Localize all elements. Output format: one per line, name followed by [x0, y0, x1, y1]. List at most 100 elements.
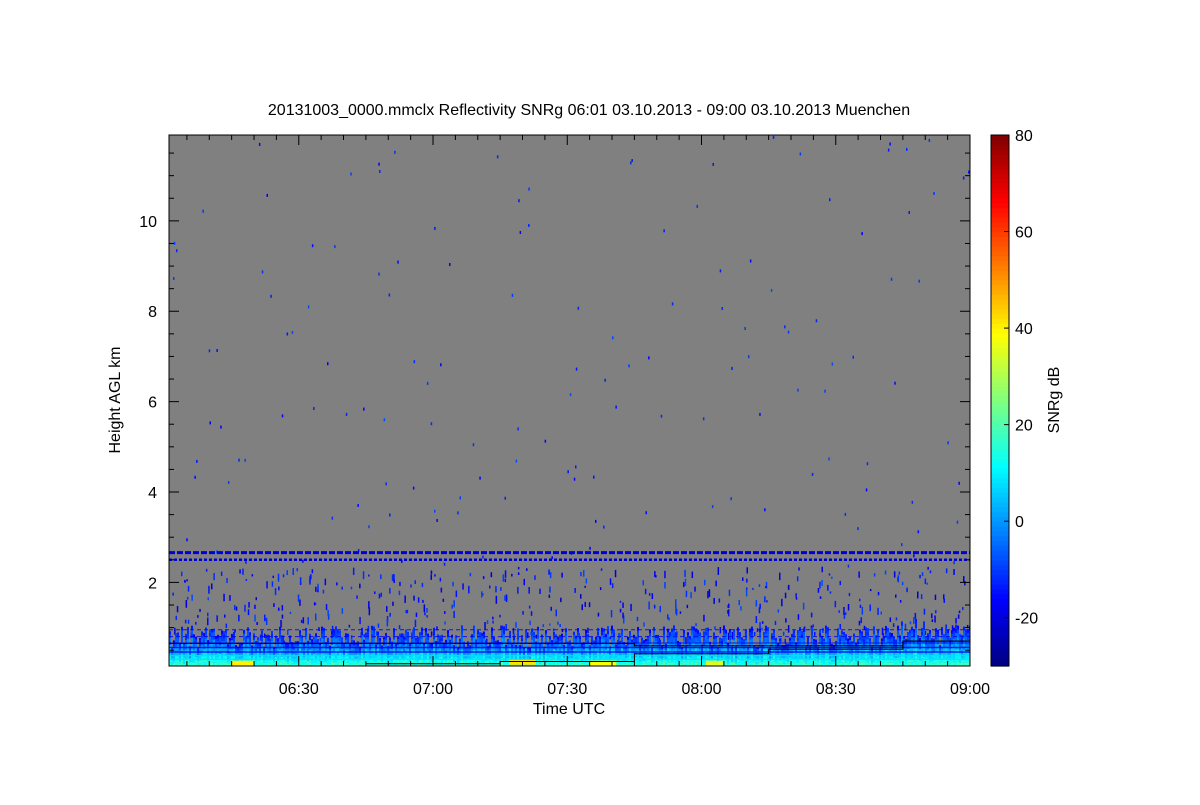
bl-cell — [353, 648, 355, 651]
bl-cell — [411, 632, 413, 636]
bl-cell — [693, 638, 695, 643]
colorbar-segment — [991, 646, 1009, 653]
bl-cell — [321, 630, 323, 635]
bl-cell — [661, 659, 663, 662]
bl-cell — [243, 648, 245, 652]
bl-cell — [361, 662, 363, 666]
bl-cell — [213, 632, 215, 636]
sparse-echo — [216, 615, 218, 622]
snr-heatmap-chart: 20131003_0000.mmclx Reflectivity SNRg 06… — [107, 102, 1063, 718]
bl-cell — [583, 644, 585, 647]
bl-cell — [235, 649, 237, 652]
bl-cell — [907, 635, 909, 639]
bl-cell — [963, 662, 965, 666]
bl-cell — [247, 627, 249, 632]
x-tick-label: 08:30 — [816, 681, 856, 698]
colorbar-segment — [991, 192, 1009, 199]
bl-cell — [523, 653, 525, 655]
bl-cell — [923, 661, 925, 666]
bl-cell — [613, 637, 615, 641]
sparse-echo — [774, 620, 777, 626]
bl-cell — [881, 638, 883, 642]
bl-cell — [843, 638, 845, 643]
colorbar-segment — [991, 149, 1009, 155]
bl-cell — [255, 656, 257, 659]
bl-cell — [385, 639, 387, 643]
sparse-echo — [434, 574, 436, 577]
bl-cell — [609, 656, 611, 659]
sparse-echo — [943, 598, 945, 603]
bl-cell — [425, 628, 427, 632]
colorbar-segment — [991, 506, 1009, 513]
bl-cell — [659, 660, 661, 664]
bl-cell — [713, 639, 715, 643]
bl-cell — [191, 625, 193, 630]
bl-cell — [239, 648, 241, 651]
bl-cell — [649, 633, 651, 637]
noise-pixel — [573, 477, 576, 481]
bl-cell — [517, 643, 519, 648]
bl-cell — [757, 649, 759, 651]
bl-cell — [483, 662, 485, 666]
sparse-echo — [802, 602, 805, 610]
x-axis-label: Time UTC — [533, 701, 605, 718]
sparse-echo — [679, 611, 682, 614]
sparse-echo — [898, 571, 901, 575]
bl-cell — [273, 649, 275, 652]
noise-pixel — [224, 614, 226, 618]
bl-cell — [427, 636, 429, 640]
bl-cell — [305, 662, 307, 666]
bl-cell — [683, 630, 685, 634]
sparse-echo — [893, 571, 896, 578]
bl-cell — [461, 637, 463, 642]
bl-cell — [207, 647, 209, 651]
sparse-echo — [831, 576, 833, 579]
bl-cell — [735, 648, 737, 651]
bl-cell — [569, 648, 571, 651]
bl-cell — [819, 636, 821, 641]
bl-cell — [955, 624, 957, 629]
noise-pixel — [482, 555, 484, 559]
bl-cell — [621, 628, 623, 633]
colorbar-segment — [991, 588, 1009, 595]
sparse-echo — [738, 599, 740, 606]
bl-cell — [797, 633, 799, 638]
noise-pixel — [668, 617, 670, 621]
bl-cell — [897, 662, 899, 666]
sparse-echo — [781, 598, 783, 607]
bl-cell — [181, 662, 183, 666]
bl-cell — [885, 634, 887, 638]
colorbar-segment — [991, 477, 1009, 484]
bl-cell — [225, 647, 227, 652]
noise-pixel — [388, 293, 391, 297]
colorbar-segment — [991, 603, 1009, 609]
bl-cell — [941, 631, 943, 635]
sparse-echo — [686, 604, 689, 609]
bl-cell — [851, 656, 853, 659]
bl-cell — [939, 659, 941, 662]
sparse-echo — [238, 614, 240, 622]
y-tick-label: 10 — [139, 214, 157, 231]
bl-cell — [885, 630, 887, 634]
bl-cell — [407, 631, 409, 636]
bl-cell — [765, 633, 767, 638]
bl-cell — [309, 659, 311, 663]
bl-cell — [943, 659, 945, 663]
bl-cell — [697, 648, 699, 652]
bl-cell — [257, 648, 259, 652]
bl-cell — [263, 656, 265, 659]
bl-cell — [233, 635, 235, 639]
colorbar-segment — [991, 390, 1009, 397]
sparse-echo — [318, 627, 320, 632]
bl-cell — [737, 627, 739, 632]
bl-cell — [447, 630, 449, 634]
bl-cell — [405, 636, 407, 641]
noise-pixel — [519, 231, 522, 234]
bl-cell — [333, 632, 335, 637]
bl-cell — [919, 637, 921, 641]
sparse-echo — [484, 622, 486, 630]
noise-pixel — [865, 488, 868, 492]
bl-cell — [715, 638, 717, 642]
sparse-echo — [517, 572, 520, 576]
bl-cell — [503, 634, 505, 639]
